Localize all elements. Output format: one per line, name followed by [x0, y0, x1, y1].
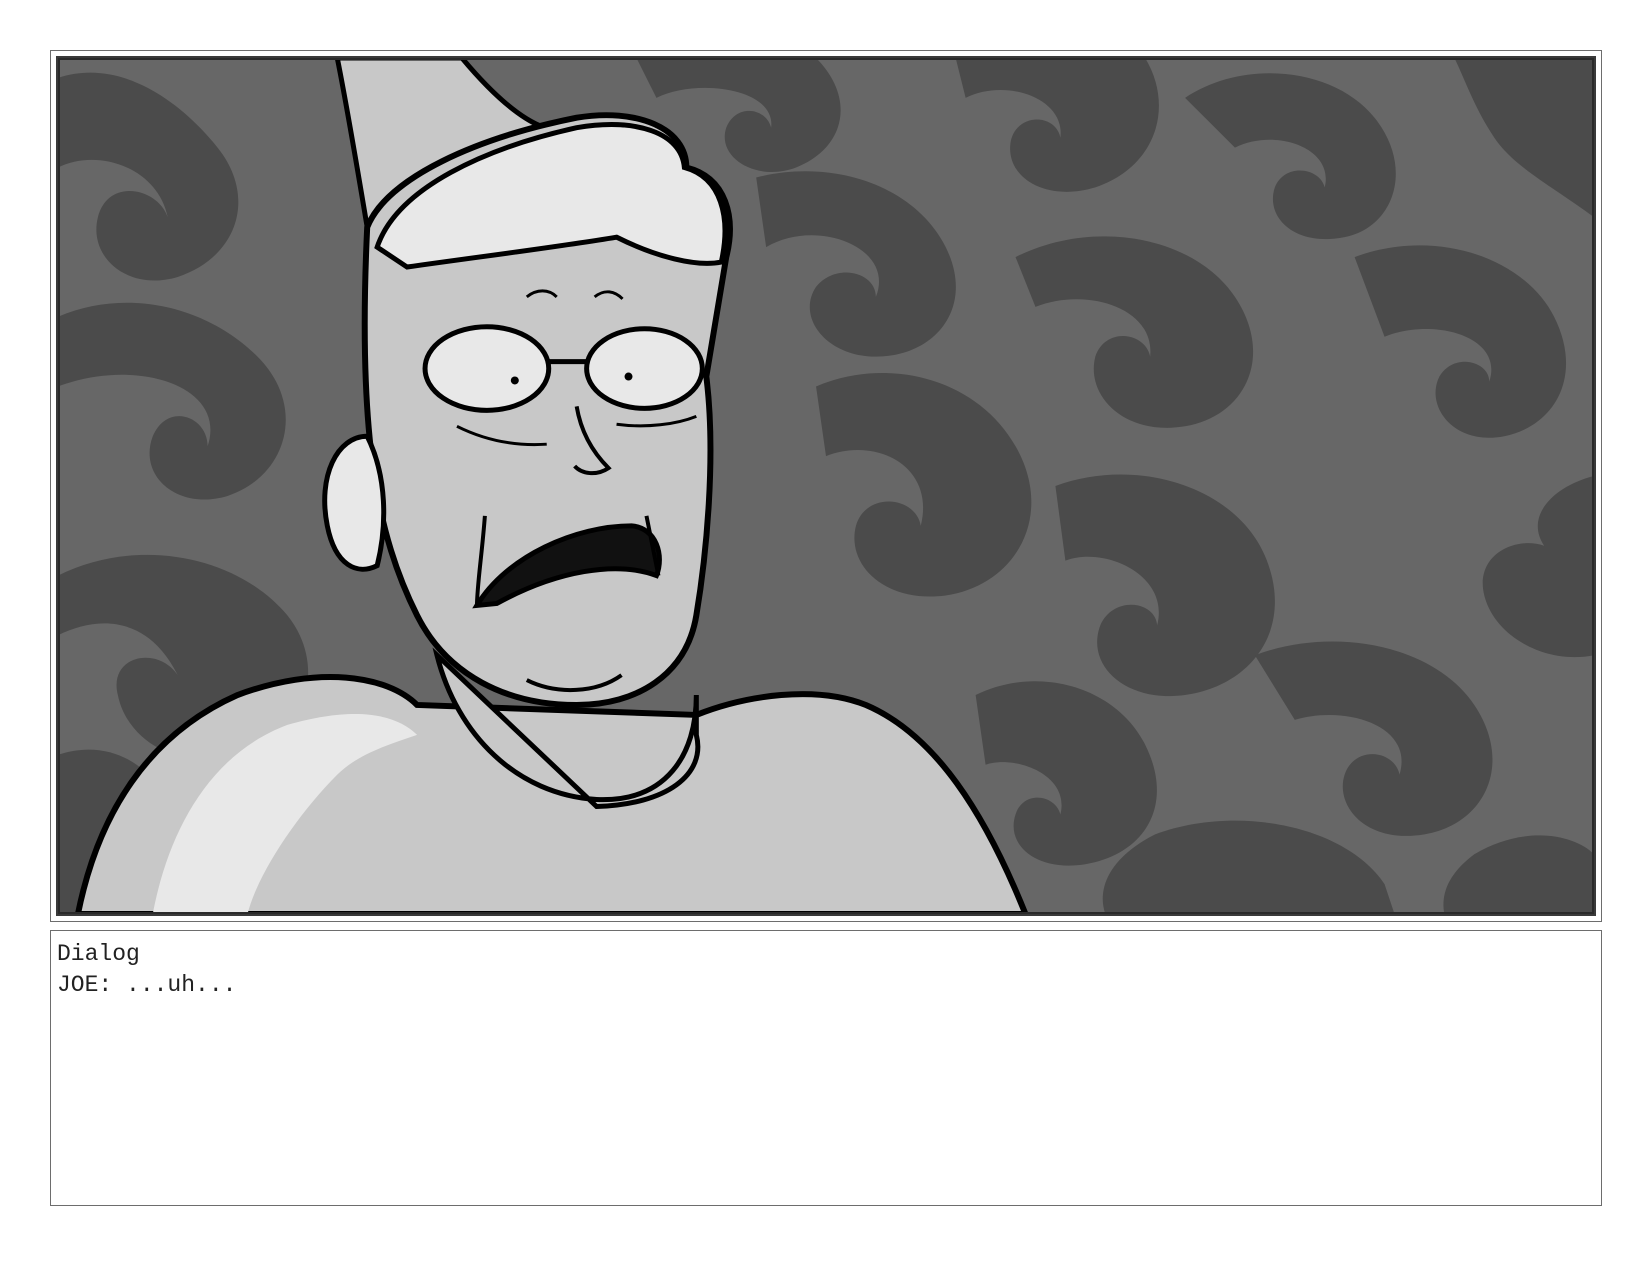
right-eye: [624, 372, 633, 381]
right-lens: [584, 326, 705, 411]
left-eye: [510, 376, 519, 385]
dialog-box: Dialog JOE: ...uh...: [50, 930, 1602, 1206]
left-lens: [422, 324, 552, 413]
dialog-heading: Dialog: [57, 941, 140, 967]
storyboard-panel-image: [56, 56, 1596, 916]
dialog-line: JOE: ...uh...: [57, 972, 237, 998]
ear: [322, 433, 387, 572]
panel-illustration: [58, 58, 1594, 914]
